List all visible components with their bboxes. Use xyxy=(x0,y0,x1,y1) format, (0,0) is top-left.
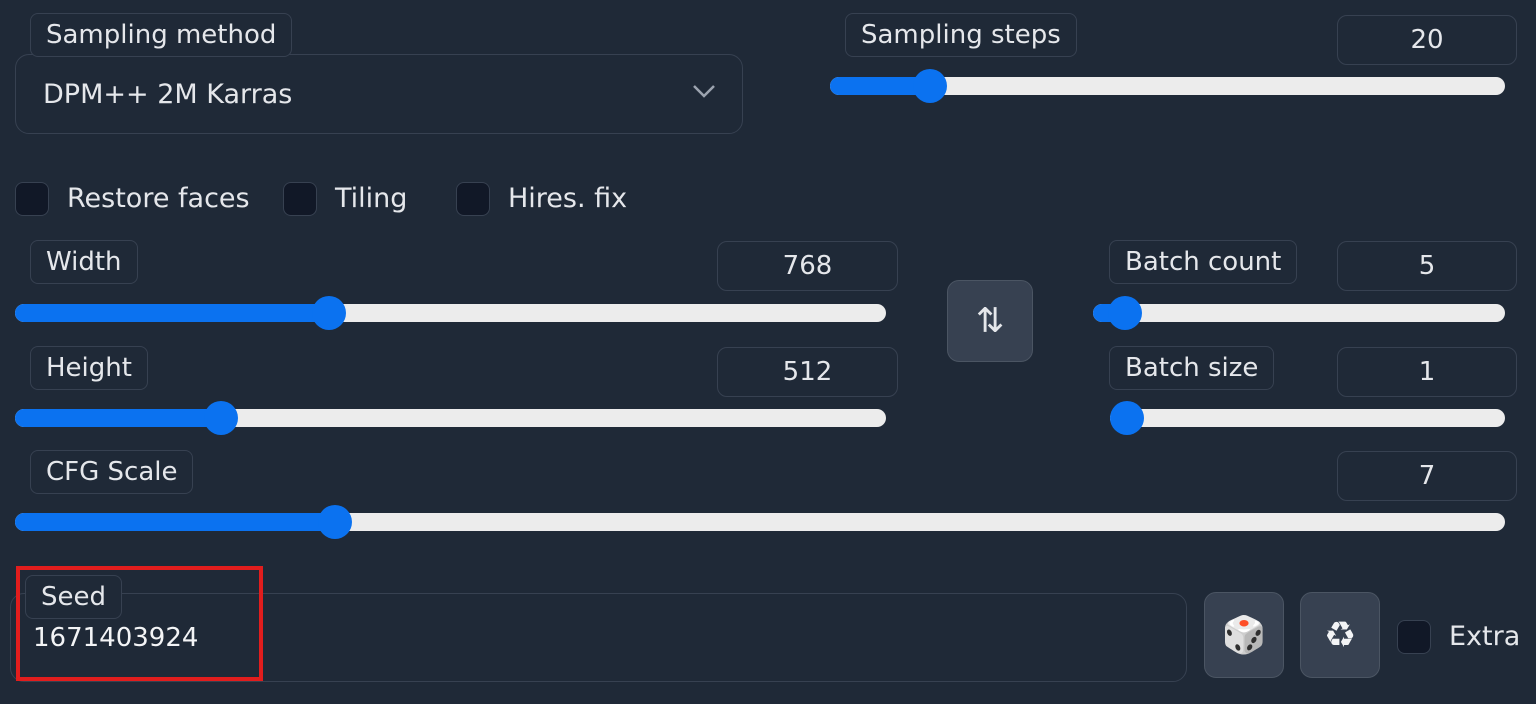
sampling-steps-slider[interactable] xyxy=(830,69,1505,103)
swap-arrows-icon: ⇅ xyxy=(975,301,1005,341)
slider-thumb[interactable] xyxy=(318,505,353,539)
seed-value: 1671403924 xyxy=(33,623,199,653)
sampling-steps-input[interactable]: 20 xyxy=(1337,15,1517,65)
extra-label: Extra xyxy=(1449,621,1521,652)
width-input[interactable]: 768 xyxy=(717,241,898,291)
sampling-method-label: Sampling method xyxy=(30,13,293,57)
restore-faces-label: Restore faces xyxy=(67,183,250,214)
hires-fix-checkbox[interactable] xyxy=(456,182,490,216)
restore-faces-checkbox[interactable] xyxy=(15,182,49,216)
batch-count-label: Batch count xyxy=(1109,240,1298,284)
dice-icon: 🎲 xyxy=(1221,615,1267,656)
slider-thumb[interactable] xyxy=(1108,296,1143,330)
sampling-method-value: DPM++ 2M Karras xyxy=(43,78,293,110)
slider-thumb[interactable] xyxy=(1110,401,1144,435)
slider-fill xyxy=(15,304,329,322)
height-input[interactable]: 512 xyxy=(717,347,898,397)
cfg-scale-slider[interactable] xyxy=(15,505,1505,539)
batch-size-input[interactable]: 1 xyxy=(1337,347,1517,397)
seed-label: Seed xyxy=(25,575,122,619)
cfg-scale-label: CFG Scale xyxy=(30,450,194,494)
height-slider[interactable] xyxy=(15,401,886,435)
hires-fix-label: Hires. fix xyxy=(508,183,628,214)
batch-count-input[interactable]: 5 xyxy=(1337,241,1517,291)
slider-fill xyxy=(15,409,222,427)
cfg-scale-input[interactable]: 7 xyxy=(1337,451,1517,501)
slider-thumb[interactable] xyxy=(912,69,947,103)
width-slider[interactable] xyxy=(15,296,886,330)
batch-size-slider[interactable] xyxy=(1110,401,1505,435)
recycle-icon: ♻ xyxy=(1323,614,1357,656)
sampling-method-dropdown[interactable]: DPM++ 2M Karras xyxy=(15,54,743,134)
random-seed-button[interactable]: 🎲 xyxy=(1204,592,1284,678)
swap-dimensions-button[interactable]: ⇅ xyxy=(947,280,1033,362)
tiling-checkbox[interactable] xyxy=(283,182,317,216)
batch-count-slider[interactable] xyxy=(1093,296,1505,330)
extra-checkbox[interactable] xyxy=(1397,620,1431,654)
tiling-label: Tiling xyxy=(335,183,408,214)
height-label: Height xyxy=(30,346,148,390)
slider-fill xyxy=(15,513,336,531)
sampling-steps-label: Sampling steps xyxy=(845,13,1077,57)
slider-thumb[interactable] xyxy=(204,401,239,435)
width-label: Width xyxy=(30,240,138,284)
batch-size-label: Batch size xyxy=(1109,346,1275,390)
chevron-down-icon xyxy=(693,85,715,98)
slider-thumb[interactable] xyxy=(311,296,346,330)
reuse-seed-button[interactable]: ♻ xyxy=(1300,592,1380,678)
